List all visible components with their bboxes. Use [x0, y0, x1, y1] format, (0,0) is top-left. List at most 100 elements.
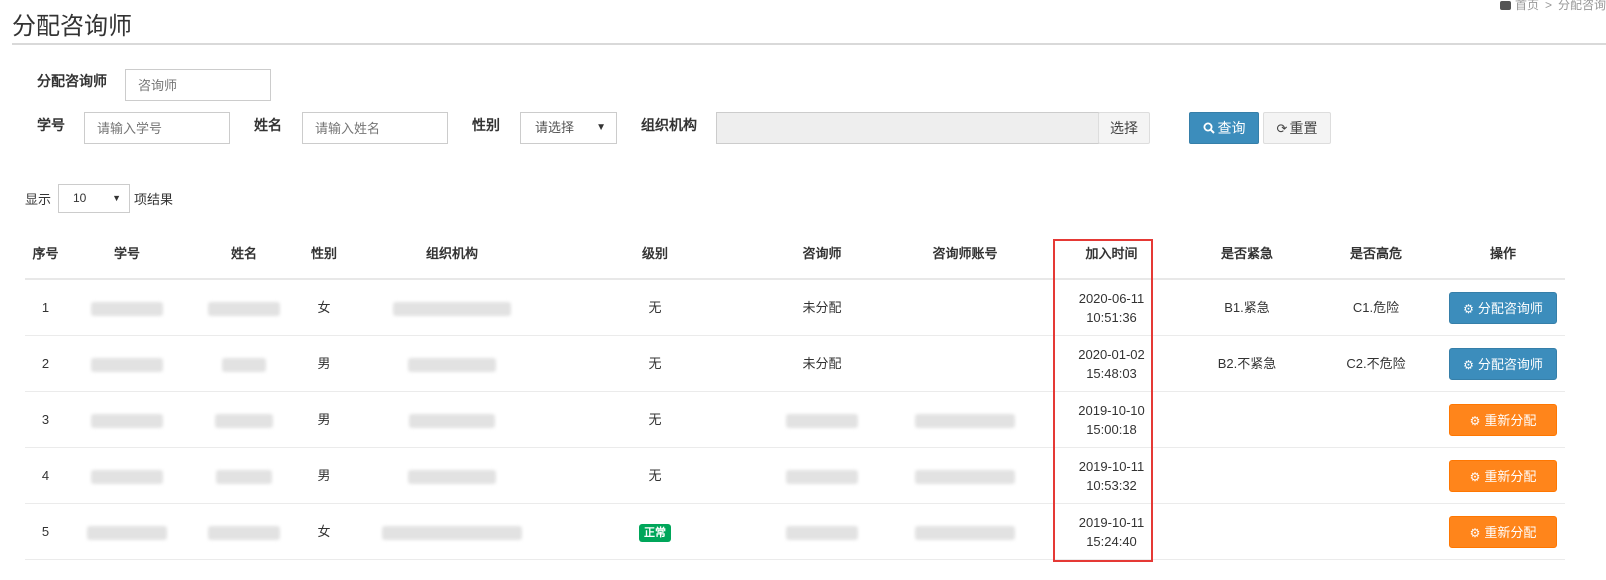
cell-level: 无	[556, 279, 754, 336]
assign-counselor-button[interactable]: ⚙ 分配咨询师	[1449, 291, 1557, 324]
gender-select[interactable]: 请选择 ▼	[520, 112, 617, 144]
cell-org	[348, 503, 556, 560]
table-row: 5 女 正常 2019-10-11 15:24:40 ⚙ 重新分配	[25, 503, 1565, 560]
student-id-redacted	[91, 469, 163, 484]
action-label: 重新分配	[1484, 468, 1537, 484]
cell-action: ⚙ 重新分配	[1441, 447, 1565, 504]
table-row: 3 男 无 2019-10-10 15:00:18 ⚙ 重新分配	[25, 391, 1565, 448]
cell-urgent: B2.不紧急	[1183, 335, 1311, 392]
name-redacted	[216, 469, 272, 484]
name-redacted	[215, 413, 273, 428]
table-row: 1 女 无 未分配 2020-06-11 10:51:36 B1.紧急 C1.危险…	[25, 279, 1565, 336]
refresh-icon: ⟳	[1276, 121, 1288, 136]
cell-risk: C1.危险	[1311, 279, 1441, 336]
cell-gender: 男	[300, 335, 348, 392]
cell-gender: 女	[300, 279, 348, 336]
cell-org	[348, 335, 556, 392]
counselor-text: 未分配	[802, 356, 842, 371]
counselor-input[interactable]	[125, 69, 271, 101]
cell-risk: C2.不危险	[1311, 335, 1441, 392]
cell-join-time: 2020-06-11 10:51:36	[1040, 279, 1183, 336]
length-prefix: 显示	[25, 192, 52, 207]
cell-join-time: 2019-10-11 15:24:40	[1040, 503, 1183, 560]
cell-org	[348, 391, 556, 448]
org-select-button[interactable]: 选择	[1098, 112, 1150, 144]
gender-select-value: 请选择	[535, 120, 575, 135]
level-text: 无	[648, 356, 662, 371]
assign-counselor-button[interactable]: ⚙ 重新分配	[1449, 403, 1557, 436]
name-redacted	[208, 301, 280, 316]
name-input[interactable]	[302, 112, 448, 144]
cell-counselor	[754, 447, 890, 504]
reset-button[interactable]: ⟳ 重置	[1263, 112, 1331, 144]
join-clock: 15:24:40	[1086, 533, 1137, 549]
assign-counselor-button[interactable]: ⚙ 重新分配	[1449, 515, 1557, 548]
col-header-action: 操作	[1441, 230, 1565, 280]
length-suffix: 项结果	[134, 192, 174, 207]
cell-name	[188, 391, 300, 448]
join-clock: 15:00:18	[1086, 421, 1137, 437]
cell-urgent: B1.紧急	[1183, 279, 1311, 336]
col-header-counselor[interactable]: 咨询师	[754, 230, 890, 280]
org-input[interactable]	[716, 112, 1099, 144]
join-clock: 10:53:32	[1086, 477, 1137, 493]
cell-gender: 男	[300, 391, 348, 448]
query-button[interactable]: 查询	[1189, 112, 1259, 144]
cell-index: 3	[25, 391, 66, 448]
join-clock: 10:51:36	[1086, 309, 1137, 325]
col-header-join-time[interactable]: 加入时间	[1040, 230, 1183, 280]
org-redacted	[382, 525, 522, 540]
student-id-input[interactable]	[84, 112, 230, 144]
page-length-select[interactable]: 10 ▼	[58, 184, 130, 213]
col-header-level[interactable]: 级别	[556, 230, 754, 280]
assign-counselor-button[interactable]: ⚙ 分配咨询师	[1449, 347, 1557, 380]
col-header-name[interactable]: 姓名	[188, 230, 300, 280]
level-text: 无	[648, 300, 662, 315]
student-id-redacted	[91, 357, 163, 372]
col-header-urgent[interactable]: 是否紧急	[1183, 230, 1311, 280]
reset-button-label: 重置	[1289, 120, 1318, 136]
counselor-redacted	[786, 413, 858, 428]
cell-join-time: 2019-10-10 15:00:18	[1040, 391, 1183, 448]
caret-down-icon: ▼	[112, 193, 121, 203]
table-row: 4 男 无 2019-10-11 10:53:32 ⚙ 重新分配	[25, 447, 1565, 504]
action-label: 重新分配	[1484, 412, 1537, 428]
cell-urgent	[1183, 503, 1311, 560]
cell-urgent	[1183, 391, 1311, 448]
cell-index: 1	[25, 279, 66, 336]
gear-icon: ⚙	[1469, 469, 1481, 484]
counselor-redacted	[786, 525, 858, 540]
cell-action: ⚙ 分配咨询师	[1441, 335, 1565, 392]
cell-join-time: 2020-01-02 15:48:03	[1040, 335, 1183, 392]
cell-counselor	[754, 503, 890, 560]
col-header-index[interactable]: 序号	[25, 230, 66, 280]
breadcrumb: 首页 > 分配咨询	[1499, 0, 1606, 13]
join-date: 2019-10-11	[1078, 514, 1145, 530]
student-id-redacted	[91, 413, 163, 428]
gender-label: 性别	[472, 117, 500, 133]
col-header-counselor-account[interactable]: 咨询师账号	[890, 230, 1040, 280]
cell-risk	[1311, 503, 1441, 560]
cell-index: 5	[25, 503, 66, 560]
student-id-label: 学号	[37, 117, 65, 133]
table-header-row: 序号 学号 姓名 性别 组织机构 级别 咨询师 咨询师账号 加入时间 是否紧急 …	[25, 230, 1565, 280]
col-header-org[interactable]: 组织机构	[348, 230, 556, 280]
counselor-account-redacted	[915, 413, 1015, 428]
cell-student-id	[66, 335, 188, 392]
gear-icon: ⚙	[1469, 413, 1481, 428]
table-row: 2 男 无 未分配 2020-01-02 15:48:03 B2.不紧急 C2.不…	[25, 335, 1565, 392]
col-header-high-risk[interactable]: 是否高危	[1311, 230, 1441, 280]
level-text: 无	[648, 468, 662, 483]
cell-action: ⚙ 重新分配	[1441, 391, 1565, 448]
assign-counselor-button[interactable]: ⚙ 重新分配	[1449, 459, 1557, 492]
cell-risk	[1311, 391, 1441, 448]
counselor-label: 分配咨询师	[37, 73, 107, 89]
col-header-gender[interactable]: 性别	[300, 230, 348, 280]
cell-counselor-account	[890, 279, 1040, 336]
cell-name	[188, 447, 300, 504]
breadcrumb-home[interactable]: 首页	[1515, 0, 1539, 12]
join-date: 2019-10-10	[1078, 402, 1145, 418]
col-header-student-id[interactable]: 学号	[66, 230, 188, 280]
cell-counselor: 未分配	[754, 279, 890, 336]
cell-org	[348, 447, 556, 504]
